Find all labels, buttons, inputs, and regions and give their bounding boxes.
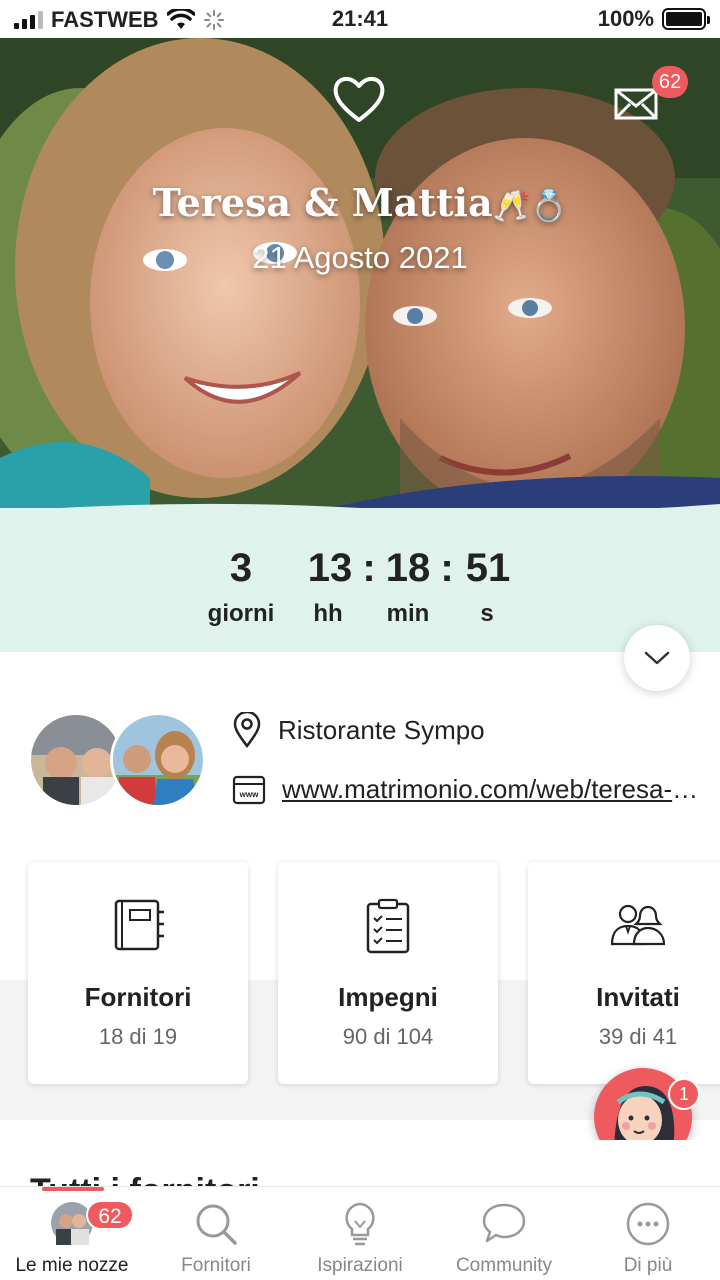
heart-icon[interactable] xyxy=(330,72,388,126)
couple-avatars[interactable] xyxy=(28,712,206,808)
couple-name: Teresa & Mattia🥂💍 xyxy=(0,180,720,225)
website-icon: www xyxy=(232,775,266,804)
countdown: 3 13 : 18 : 51 giorni hh min s xyxy=(0,508,720,652)
card-title: Invitati xyxy=(596,982,680,1012)
chevron-down-icon xyxy=(644,651,670,665)
card-invitati[interactable]: Invitati 39 di 41 xyxy=(528,862,720,1084)
notebook-icon xyxy=(114,899,164,951)
label-seconds: s xyxy=(480,600,494,627)
status-right: 100% xyxy=(597,6,710,32)
label-hours: hh xyxy=(313,600,343,627)
couple-emoji: 🥂💍 xyxy=(492,189,568,224)
tab-label: Di più xyxy=(623,1255,673,1276)
tab-label: Fornitori xyxy=(181,1255,251,1276)
countdown-minutes: 18 xyxy=(385,546,431,590)
card-count: 39 di 41 xyxy=(598,1024,678,1049)
card-title: Fornitori xyxy=(84,982,192,1012)
countdown-values: 3 13 : 18 : 51 xyxy=(0,546,720,590)
tab-label: Community xyxy=(455,1255,553,1276)
checklist-icon xyxy=(366,898,410,954)
hero-cover[interactable]: 62 Teresa & Mattia🥂💍 21 Agosto 2021 xyxy=(0,38,720,518)
tab-badge: 62 xyxy=(86,1200,134,1230)
website-link[interactable]: www.matrimonio.com/web/teresa-mattia xyxy=(282,774,702,805)
couple-name-text: Teresa & Mattia xyxy=(152,180,493,225)
label-days: giorni xyxy=(207,600,275,627)
section-title: Tutti i fornitori xyxy=(30,1172,330,1186)
card-count: 90 di 104 xyxy=(342,1024,434,1049)
wave-divider xyxy=(0,503,720,520)
tab-community[interactable]: Community xyxy=(432,1187,576,1280)
assistant-badge: 1 xyxy=(668,1078,700,1110)
venue-row[interactable]: Ristorante Sympo xyxy=(232,712,485,748)
mail-badge: 62 xyxy=(652,66,688,98)
countdown-hours: 13 xyxy=(307,546,353,590)
svg-text:www: www xyxy=(239,790,259,799)
lightbulb-icon xyxy=(345,1202,375,1246)
battery-percent: 100% xyxy=(597,6,654,31)
guests-icon xyxy=(610,904,666,946)
label-minutes: min xyxy=(386,600,430,627)
search-icon xyxy=(196,1204,237,1245)
location-pin-icon xyxy=(233,712,261,748)
card-count: 18 di 19 xyxy=(98,1024,178,1049)
card-fornitori[interactable]: Fornitori 18 di 19 xyxy=(28,862,248,1084)
countdown-days: 3 xyxy=(229,546,253,590)
tab-di-piu[interactable]: Di più xyxy=(576,1187,720,1280)
expand-button[interactable] xyxy=(624,625,690,691)
website-row[interactable]: www www.matrimonio.com/web/teresa-mattia xyxy=(232,774,702,805)
tab-ispirazioni[interactable]: Ispirazioni xyxy=(288,1187,432,1280)
countdown-separator: : xyxy=(440,546,454,590)
card-impegni[interactable]: Impegni 90 di 104 xyxy=(278,862,498,1084)
more-dots-icon xyxy=(626,1202,670,1246)
countdown-seconds: 51 xyxy=(465,546,511,590)
tab-label: Ispirazioni xyxy=(317,1255,403,1276)
avatar xyxy=(110,712,206,808)
tab-label: Le mie nozze xyxy=(15,1255,129,1276)
status-bar: FASTWEB 21:41 100% xyxy=(0,0,720,38)
battery-icon xyxy=(662,8,710,30)
venue-name: Ristorante Sympo xyxy=(278,714,485,745)
card-title: Impegni xyxy=(338,982,438,1012)
countdown-separator: : xyxy=(362,546,376,590)
wedding-date: 21 Agosto 2021 xyxy=(252,240,468,275)
chat-bubble-icon xyxy=(482,1203,526,1243)
tab-fornitori[interactable]: Fornitori xyxy=(144,1187,288,1280)
